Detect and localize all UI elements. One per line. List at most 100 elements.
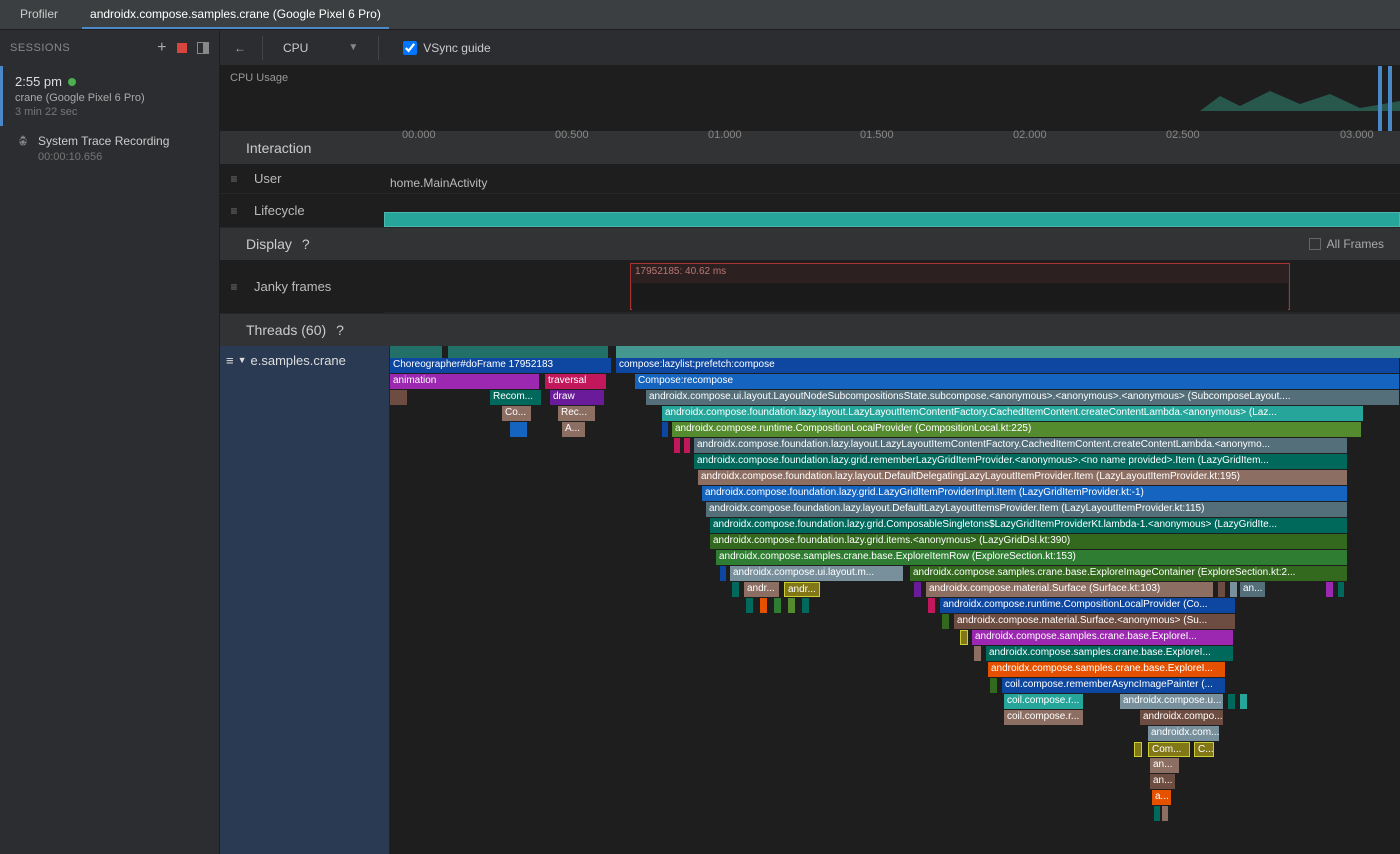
flame-block[interactable]: androidx.compose.runtime.CompositionLoca… <box>672 422 1362 437</box>
back-icon[interactable]: ← <box>230 37 250 59</box>
drag-handle-icon[interactable]: ≡ <box>220 204 248 218</box>
flame-block[interactable]: androidx.compose.samples.crane.base.Expl… <box>972 630 1234 645</box>
trace-item[interactable]: System Trace Recording 00:00:10.656 <box>0 126 219 171</box>
flame-block[interactable]: androidx.compose.ui.layout.LayoutNodeSub… <box>646 390 1400 405</box>
flame-block[interactable] <box>1218 582 1226 597</box>
add-session-icon[interactable]: + <box>157 39 167 57</box>
flame-block[interactable]: androidx.compose.material.Surface (Surfa… <box>926 582 1214 597</box>
session-item[interactable]: 2:55 pm crane (Google Pixel 6 Pro) 3 min… <box>0 66 219 126</box>
flame-block[interactable]: androidx.compose.foundation.lazy.grid.it… <box>710 534 1348 549</box>
lifecycle-bar[interactable] <box>384 212 1400 227</box>
flame-block[interactable] <box>1162 806 1169 821</box>
flame-block[interactable]: androidx.compose.u... <box>1120 694 1224 709</box>
flame-block[interactable]: andr... <box>744 582 780 597</box>
flame-block[interactable] <box>974 646 982 661</box>
flame-block[interactable]: a... <box>1152 790 1172 805</box>
interaction-header[interactable]: Interaction <box>220 132 1400 164</box>
flame-block[interactable] <box>390 390 408 405</box>
drag-handle-icon[interactable]: ≡ <box>220 172 248 186</box>
app-tab[interactable]: androidx.compose.samples.crane (Google P… <box>82 1 389 29</box>
flame-block[interactable] <box>1230 582 1238 597</box>
flame-block[interactable] <box>1134 742 1142 757</box>
vsync-input[interactable] <box>403 41 417 55</box>
frame-segment[interactable] <box>832 283 1288 310</box>
flame-block[interactable] <box>662 422 669 437</box>
drag-handle-icon[interactable]: ≡ <box>226 353 234 368</box>
flame-block[interactable]: Rec... <box>558 406 596 421</box>
flame-block[interactable]: traversal <box>545 374 607 389</box>
flame-block[interactable]: draw <box>550 390 605 405</box>
flame-block[interactable]: androidx.compose.runtime.CompositionLoca… <box>940 598 1236 613</box>
flame-block[interactable] <box>746 598 754 613</box>
flame-block[interactable]: androidx.compose.samples.crane.base.Expl… <box>910 566 1348 581</box>
flame-block[interactable]: androidx.compose.foundation.lazy.layout.… <box>698 470 1348 485</box>
flame-block[interactable] <box>510 422 528 437</box>
selection-marker[interactable] <box>1388 66 1392 131</box>
flame-block[interactable]: coil.compose.r... <box>1004 710 1084 725</box>
panel-toggle-icon[interactable] <box>197 42 209 54</box>
flame-block[interactable]: androidx.compose.material.Surface.<anony… <box>954 614 1236 629</box>
help-icon[interactable]: ? <box>336 322 344 338</box>
flame-block[interactable] <box>914 582 922 597</box>
selection-marker[interactable] <box>1378 66 1382 131</box>
profiler-tab[interactable]: Profiler <box>12 1 66 29</box>
flame-block[interactable]: coil.compose.r... <box>1004 694 1084 709</box>
flame-block[interactable] <box>928 598 936 613</box>
flame-block[interactable] <box>1154 806 1161 821</box>
threads-header[interactable]: Threads (60) ? <box>220 314 1400 346</box>
flame-block[interactable]: androidx.com... <box>1148 726 1220 741</box>
all-frames-checkbox[interactable]: All Frames <box>1309 237 1384 251</box>
flame-block[interactable]: Com... <box>1148 742 1190 757</box>
flame-block[interactable] <box>960 630 968 645</box>
flame-block[interactable] <box>1326 582 1334 597</box>
flame-block[interactable]: androidx.compose.samples.crane.base.Expl… <box>986 646 1234 661</box>
flame-block[interactable] <box>1338 582 1345 597</box>
flame-block[interactable] <box>774 598 782 613</box>
flame-block[interactable]: androidx.compo... <box>1140 710 1224 725</box>
flame-block[interactable] <box>1228 694 1236 709</box>
flame-block[interactable] <box>990 678 998 693</box>
vsync-checkbox[interactable]: VSync guide <box>403 41 490 55</box>
flame-block[interactable] <box>942 614 950 629</box>
flame-block[interactable]: androidx.compose.samples.crane.base.Expl… <box>988 662 1226 677</box>
flame-block[interactable] <box>720 566 727 581</box>
flame-block[interactable] <box>684 438 691 453</box>
flame-block[interactable] <box>674 438 681 453</box>
frame-segment[interactable] <box>632 283 832 310</box>
flame-block[interactable] <box>732 582 740 597</box>
flame-block[interactable]: androidx.compose.foundation.lazy.layout.… <box>662 406 1364 421</box>
flame-block[interactable]: androidx.compose.foundation.lazy.grid.re… <box>694 454 1348 469</box>
flame-block[interactable]: androidx.compose.samples.crane.base.Expl… <box>716 550 1348 565</box>
flame-block[interactable]: Compose:recompose <box>635 374 1400 389</box>
flame-block[interactable] <box>1240 694 1248 709</box>
flame-block[interactable]: animation <box>390 374 540 389</box>
flame-block[interactable] <box>760 598 768 613</box>
flame-block[interactable]: an... <box>1240 582 1266 597</box>
lifecycle-track[interactable]: ≡ Lifecycle home.MainActivity <box>220 194 1400 228</box>
help-icon[interactable]: ? <box>302 236 310 252</box>
flame-block[interactable]: Co... <box>502 406 532 421</box>
flame-block[interactable]: androidx.compose.foundation.lazy.layout.… <box>694 438 1348 453</box>
flame-block[interactable]: Recom... <box>490 390 542 405</box>
mode-dropdown[interactable]: CPU▼ <box>275 37 366 59</box>
record-icon[interactable] <box>177 43 187 53</box>
flame-block[interactable]: compose:lazylist:prefetch:compose <box>616 358 1400 373</box>
flame-block[interactable]: androidx.compose.foundation.lazy.grid.Co… <box>710 518 1348 533</box>
display-header[interactable]: Display ? All Frames <box>220 228 1400 260</box>
flame-block[interactable]: Choreographer#doFrame 17952183 <box>390 358 612 373</box>
flame-block[interactable]: C... <box>1194 742 1214 757</box>
flame-block[interactable]: androidx.compose.ui.layout.m... <box>730 566 904 581</box>
flame-block[interactable] <box>788 598 796 613</box>
flame-block[interactable] <box>802 598 810 613</box>
flame-block[interactable]: andr... <box>784 582 820 597</box>
collapse-icon[interactable]: ▼ <box>238 355 247 365</box>
flame-block[interactable]: androidx.compose.foundation.lazy.grid.La… <box>702 486 1348 501</box>
flame-block[interactable]: an... <box>1150 758 1180 773</box>
flame-block[interactable]: coil.compose.rememberAsyncImagePainter (… <box>1002 678 1226 693</box>
flame-chart[interactable]: Choreographer#doFrame 17952183 compose:la… <box>390 346 1400 854</box>
flame-block[interactable]: an... <box>1150 774 1176 789</box>
drag-handle-icon[interactable]: ≡ <box>220 280 248 294</box>
flame-block[interactable]: A... <box>562 422 586 437</box>
thread-row[interactable]: ≡ ▼ e.samples.crane <box>220 346 389 374</box>
cpu-timeline[interactable]: 00.000 00.500 01.000 01.500 02.000 02.50… <box>390 66 1400 131</box>
